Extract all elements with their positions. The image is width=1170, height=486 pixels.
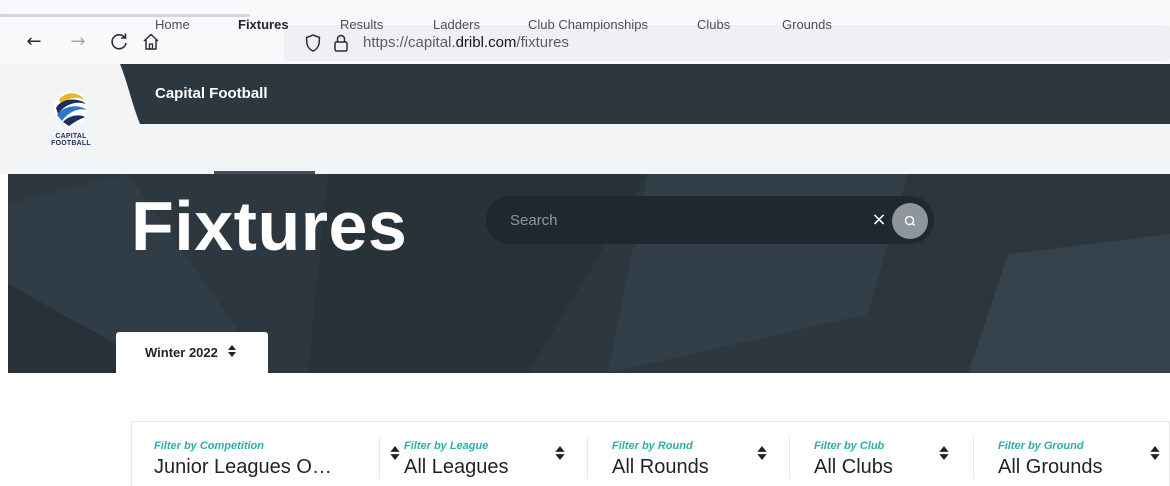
search-button[interactable]: [892, 203, 928, 239]
tab-strip-indicator: [0, 14, 250, 17]
sort-arrows-icon[interactable]: [390, 446, 400, 460]
filter-round[interactable]: Filter by Round All Rounds: [612, 421, 762, 486]
nav-clubs[interactable]: Clubs: [697, 0, 730, 50]
sort-arrows-icon[interactable]: [228, 345, 236, 357]
filter-value[interactable]: All Leagues: [404, 456, 509, 479]
nav-grounds[interactable]: Grounds: [782, 0, 832, 50]
filter-label: Filter by League: [404, 440, 489, 452]
filter-competition[interactable]: Filter by Competition Junior Leagues O…: [154, 421, 374, 486]
brand-title[interactable]: Capital Football: [155, 85, 268, 102]
filter-value[interactable]: Junior Leagues O…: [154, 456, 332, 479]
filter-divider: [973, 437, 974, 479]
shield-icon[interactable]: [303, 33, 323, 53]
filter-label: Filter by Club: [814, 440, 885, 452]
nav-home[interactable]: Home: [155, 0, 190, 50]
filter-club[interactable]: Filter by Club All Clubs: [814, 421, 954, 486]
reload-icon[interactable]: [107, 30, 131, 54]
filter-divider: [789, 437, 790, 479]
filter-divider: [587, 437, 588, 479]
sort-arrows-icon[interactable]: [555, 446, 565, 460]
filter-label: Filter by Ground: [998, 440, 1084, 452]
back-icon[interactable]: ←: [22, 30, 46, 54]
season-label[interactable]: Winter 2022: [145, 345, 218, 360]
filter-value[interactable]: All Grounds: [998, 456, 1103, 479]
search-icon: [904, 215, 915, 226]
filter-value[interactable]: All Clubs: [814, 456, 893, 479]
nav-ladders[interactable]: Ladders: [433, 0, 480, 50]
filter-label: Filter by Competition: [154, 440, 264, 452]
capital-football-logo[interactable]: [52, 88, 90, 128]
filter-league[interactable]: Filter by League All Leagues: [404, 421, 564, 486]
main-nav: [140, 124, 1170, 174]
sort-arrows-icon[interactable]: [757, 446, 767, 460]
sort-arrows-icon[interactable]: [939, 446, 949, 460]
filter-label: Filter by Round: [612, 440, 693, 452]
sort-arrows-icon[interactable]: [1150, 446, 1160, 460]
forward-icon[interactable]: →: [66, 30, 90, 54]
clear-search-button[interactable]: ×: [869, 208, 889, 232]
logo-wordmark: CAPITAL FOOTBALL: [51, 133, 91, 147]
search-input[interactable]: [510, 204, 850, 236]
page-title: Fixtures: [131, 187, 408, 265]
filter-value[interactable]: All Rounds: [612, 456, 709, 479]
filter-divider: [379, 437, 380, 479]
filter-ground[interactable]: Filter by Ground All Grounds: [998, 421, 1148, 486]
nav-club-championships[interactable]: Club Championships: [528, 0, 648, 50]
nav-fixtures[interactable]: Fixtures: [238, 0, 289, 50]
nav-results[interactable]: Results: [340, 0, 383, 50]
